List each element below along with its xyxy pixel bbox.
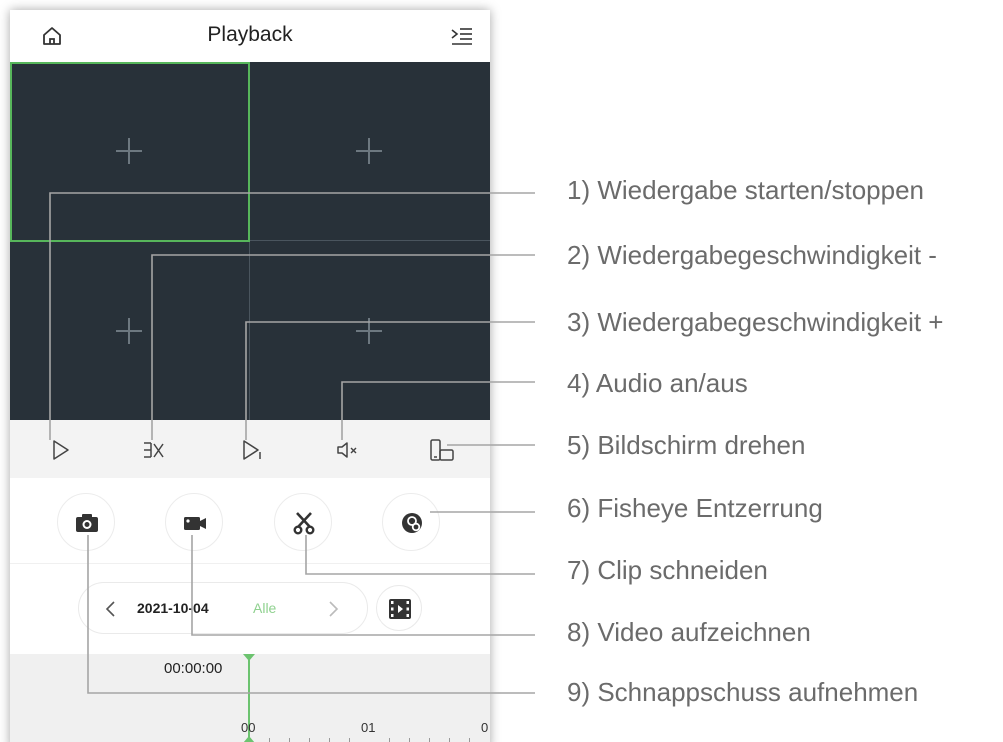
timeline-tick [449,738,450,742]
phone-screen: Playback 2021-10-04 Alle 00:00:00 00 01 … [10,10,490,742]
callout-label: 8) Video aufzeichnen [567,617,811,647]
add-channel-icon[interactable] [116,138,142,164]
cut-clip-button[interactable] [274,493,332,551]
callout-label: 3) Wiedergabegeschwindigkeit + [567,307,944,337]
cursor-top-marker [243,654,255,661]
timeline-tick [269,738,270,742]
fisheye-dewarp-button[interactable] [382,493,440,551]
chevron-right-icon[interactable] [323,597,343,621]
app-header: Playback [10,10,490,62]
video-grid [10,62,490,420]
rotate-screen-icon[interactable] [428,438,456,462]
callout-label: 6) Fisheye Entzerrung [567,493,823,523]
playback-timeline[interactable]: 00:00:00 00 01 0 [10,654,490,742]
list-collapse-icon[interactable] [450,25,474,47]
timeline-label: 00 [241,720,256,735]
callout-label: 1) Wiedergabe starten/stoppen [567,175,924,205]
date-selector: 2021-10-04 Alle [78,582,368,634]
audio-mute-icon[interactable] [334,438,362,462]
callout-label: 2) Wiedergabegeschwindigkeit - [567,240,937,270]
callout-label: 5) Bildschirm drehen [567,430,806,460]
timeline-label: 01 [361,720,376,735]
snapshot-button[interactable] [57,493,115,551]
selected-date[interactable]: 2021-10-04 [137,600,209,616]
timeline-tick [329,738,330,742]
current-time: 00:00:00 [164,660,223,677]
record-video-button[interactable] [165,493,223,551]
timeline-label: 0 [481,720,489,735]
timeline-tick [429,738,430,742]
speed-down-icon[interactable] [140,438,168,462]
callout-label: 9) Schnappschuss aufnehmen [567,677,919,707]
timeline-tick [309,738,310,742]
tool-row [10,478,490,564]
timeline-tick [389,738,390,742]
add-channel-icon[interactable] [356,318,382,344]
add-channel-icon[interactable] [116,318,142,344]
timeline-tick [469,738,470,742]
timeline-tick [349,738,350,742]
callout-label: 4) Audio an/aus [567,368,748,398]
video-record-icon [184,517,206,530]
film-icon [389,599,411,619]
timeline-tick [289,738,290,742]
recording-list-button[interactable] [376,585,422,631]
record-type-filter[interactable]: Alle [253,600,276,616]
play-icon[interactable] [46,438,74,462]
camera-icon [76,514,98,532]
scissors-icon [293,512,315,535]
add-channel-icon[interactable] [356,138,382,164]
callout-label: 7) Clip schneiden [567,555,768,585]
chevron-left-icon[interactable] [101,597,121,621]
fisheye-icon [402,513,422,533]
speed-up-icon[interactable] [238,438,266,462]
page-title: Playback [207,23,293,46]
timeline-tick [409,738,410,742]
cursor-bottom-marker [243,736,255,742]
playback-control-bar [10,420,490,478]
